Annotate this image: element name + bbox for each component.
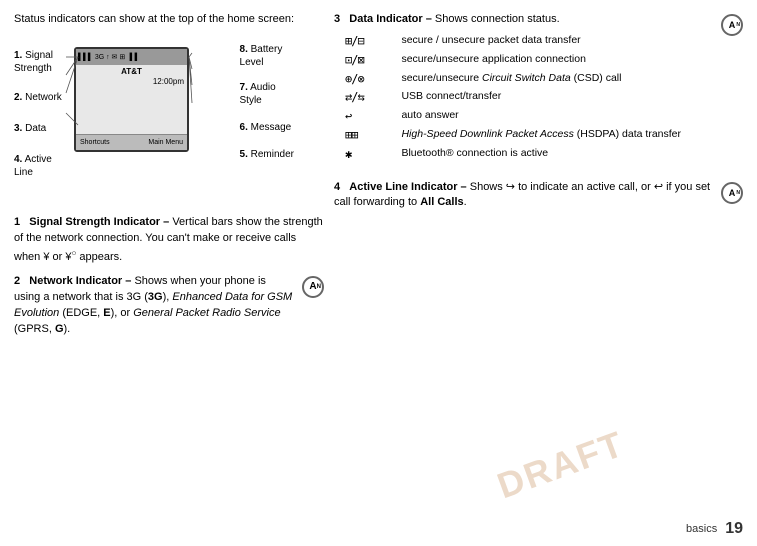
footer-page-number: 19: [725, 520, 743, 538]
section-3: 3 Data Indicator – Shows connection stat…: [334, 12, 743, 172]
indicator-icon-4: ⇄/⇆: [342, 88, 398, 107]
indicator-desc-6: High-Speed Downlink Packet Access (HSDPA…: [398, 126, 721, 145]
footer-word: basics: [686, 523, 717, 535]
label-5: 5. Reminder: [240, 148, 294, 161]
indicator-row-2: ⊡/⊠ secure/unsecure application connecti…: [342, 51, 721, 70]
footer: basics 19: [686, 520, 743, 538]
section-1: 1 Signal Strength Indicator – Vertical b…: [14, 215, 324, 265]
label-1: 1. SignalStrength: [14, 49, 62, 75]
label-6: 6. Message: [240, 121, 294, 134]
indicator-icon-1: ⊞/⊟: [342, 32, 398, 51]
indicator-table: ⊞/⊟ secure / unsecure packet data transf…: [342, 32, 721, 164]
indicator-row-4: ⇄/⇆ USB connect/transfer: [342, 88, 721, 107]
indicator-icon-6: ⊞⊞: [342, 126, 398, 145]
right-column: 3 Data Indicator – Shows connection stat…: [334, 12, 743, 534]
section-3-body: Shows connection status.: [435, 13, 560, 25]
indicator-desc-2: secure/unsecure application connection: [398, 51, 721, 70]
label-4: 4. ActiveLine: [14, 153, 62, 179]
section-2: 2 Network Indicator – Shows when your ph…: [14, 274, 324, 338]
section-2-icon: AN: [302, 276, 324, 298]
section-4: 4 Active Line Indicator – Shows ↪ to ind…: [334, 180, 743, 212]
phone-shortcuts-bar: Shortcuts Main Menu: [76, 134, 187, 150]
section-2-title: Network Indicator –: [29, 275, 131, 287]
labels-left: 1. SignalStrength 2. Network 3. Data 4. …: [14, 49, 62, 179]
section-1-title: Signal Strength Indicator –: [29, 216, 169, 228]
indicator-row-5: ↩ auto answer: [342, 107, 721, 126]
shortcuts-label: Shortcuts: [80, 139, 110, 146]
left-column: Status indicators can show at the top of…: [14, 12, 324, 534]
intro-text: Status indicators can show at the top of…: [14, 12, 324, 27]
indicator-row-6: ⊞⊞ High-Speed Downlink Packet Access (HS…: [342, 126, 721, 145]
section-3-number: 3: [334, 13, 340, 25]
indicator-icon-7: ✱: [342, 145, 398, 164]
indicator-icon-3: ⊕/⊗: [342, 70, 398, 89]
label-8: 8. BatteryLevel: [240, 43, 294, 69]
section-4-icon: AN: [721, 182, 743, 204]
section-2-number: 2: [14, 275, 20, 287]
section-3-icon: AN: [721, 14, 743, 36]
indicator-row-3: ⊕/⊗ secure/unsecure Circuit Switch Data …: [342, 70, 721, 89]
indicator-desc-3: secure/unsecure Circuit Switch Data (CSD…: [398, 70, 721, 89]
indicator-row-1: ⊞/⊟ secure / unsecure packet data transf…: [342, 32, 721, 51]
main-menu-label: Main Menu: [148, 139, 183, 146]
labels-right: 8. BatteryLevel 7. AudioStyle 6. Message…: [240, 43, 294, 161]
indicator-desc-7: Bluetooth® connection is active: [398, 145, 721, 164]
section-1-number: 1: [14, 216, 20, 228]
signal-icons: ▌▌▌ 3G ↑ ✉ ⊞ ▐▐: [78, 53, 137, 61]
phone-status-bar: ▌▌▌ 3G ↑ ✉ ⊞ ▐▐: [76, 49, 187, 65]
page-container: Status indicators can show at the top of…: [0, 0, 757, 546]
carrier-name: AT&T: [76, 65, 187, 76]
phone-screen: ▌▌▌ 3G ↑ ✉ ⊞ ▐▐ AT&T 12:00pm Shortcuts M…: [74, 47, 189, 152]
indicator-desc-1: secure / unsecure packet data transfer: [398, 32, 721, 51]
indicator-icon-2: ⊡/⊠: [342, 51, 398, 70]
indicator-icon-5: ↩: [342, 107, 398, 126]
phone-time: 12:00pm: [76, 76, 187, 87]
section-4-number: 4: [334, 181, 340, 193]
section-3-title: Data Indicator –: [349, 13, 432, 25]
indicator-desc-5: auto answer: [398, 107, 721, 126]
indicator-row-7: ✱ Bluetooth® connection is active: [342, 145, 721, 164]
phone-diagram: 1. SignalStrength 2. Network 3. Data 4. …: [14, 35, 294, 205]
label-3: 3. Data: [14, 122, 62, 135]
indicator-desc-4: USB connect/transfer: [398, 88, 721, 107]
label-7: 7. AudioStyle: [240, 81, 294, 107]
section-4-title: Active Line Indicator –: [349, 181, 466, 193]
label-2: 2. Network: [14, 91, 62, 104]
